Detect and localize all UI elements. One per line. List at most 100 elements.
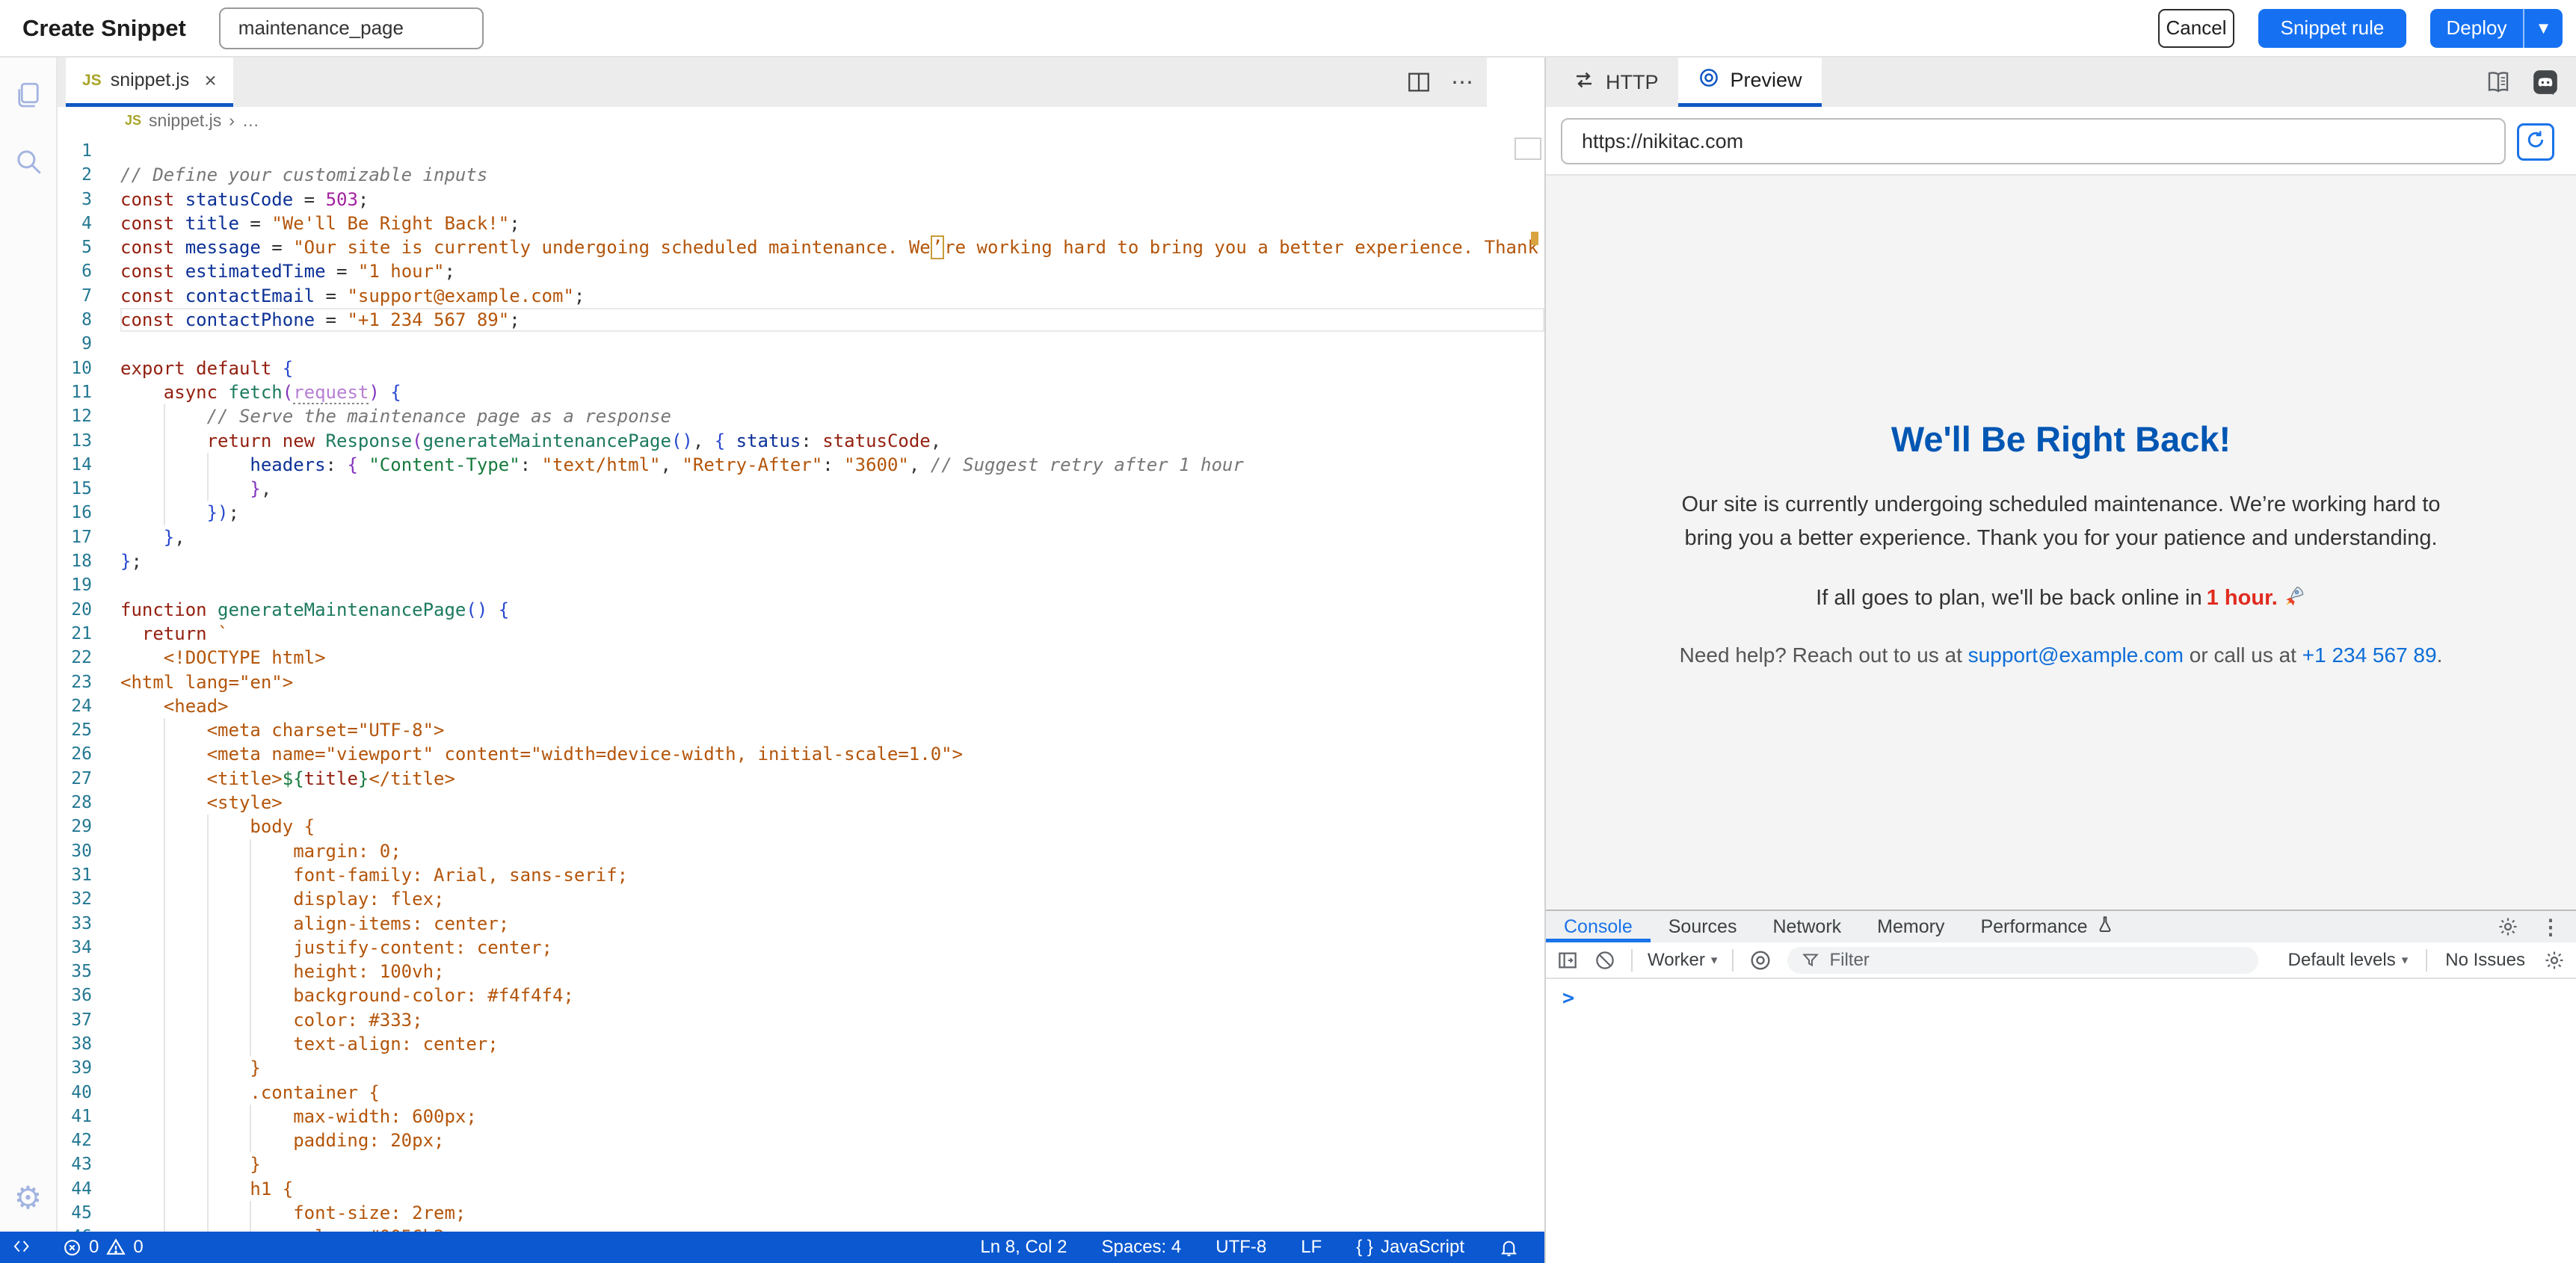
code-line-19[interactable]: 19 — [58, 573, 1544, 597]
console-prompt-chevron[interactable]: > — [1562, 986, 1574, 1010]
code-line-43[interactable]: 43} — [58, 1152, 1544, 1176]
devtools-tab-sources[interactable]: Sources — [1651, 911, 1755, 942]
code-line-12[interactable]: 12// Serve the maintenance page as a res… — [58, 404, 1544, 428]
devtools-tab-console[interactable]: Console — [1546, 911, 1651, 942]
code-line-26[interactable]: 26<meta name="viewport" content="width=d… — [58, 742, 1544, 766]
code-line-15[interactable]: 15}, — [58, 477, 1544, 501]
code-line-33[interactable]: 33align-items: center; — [58, 912, 1544, 936]
breadcrumb[interactable]: JS snippet.js › … — [58, 107, 1487, 135]
search-icon[interactable] — [13, 146, 44, 177]
settings-gear-icon[interactable]: ⚙ — [14, 1182, 43, 1214]
code-line-44[interactable]: 44h1 { — [58, 1177, 1544, 1201]
clear-console-icon[interactable] — [1594, 949, 1616, 972]
tab-preview[interactable]: Preview — [1678, 58, 1822, 107]
eol-setting[interactable]: LF — [1301, 1237, 1322, 1258]
code-line-4[interactable]: 4const title = "We'll Be Right Back!"; — [58, 211, 1544, 235]
line-number: 14 — [58, 453, 120, 477]
code-line-11[interactable]: 11async fetch(request) { — [58, 380, 1544, 404]
url-input[interactable] — [1561, 118, 2506, 164]
code-editor[interactable]: 12// Define your customizable inputs3con… — [58, 135, 1544, 1232]
code-line-25[interactable]: 25<meta charset="UTF-8"> — [58, 718, 1544, 742]
code-line-16[interactable]: 16}); — [58, 501, 1544, 525]
code-line-1[interactable]: 1 — [58, 139, 1544, 163]
code-line-6[interactable]: 6const estimatedTime = "1 hour"; — [58, 259, 1544, 283]
indentation-setting[interactable]: Spaces: 4 — [1102, 1237, 1182, 1258]
kebab-menu-icon[interactable]: ⋮ — [2540, 915, 2561, 939]
code-line-13[interactable]: 13return new Response(generateMaintenanc… — [58, 429, 1544, 453]
snippet-name-input[interactable] — [219, 7, 484, 49]
code-line-10[interactable]: 10export default { — [58, 356, 1544, 380]
close-tab-icon[interactable]: × — [204, 69, 216, 93]
deploy-button[interactable]: Deploy — [2430, 9, 2523, 48]
code-line-39[interactable]: 39} — [58, 1056, 1544, 1080]
split-editor-icon[interactable] — [1406, 70, 1432, 95]
code-line-35[interactable]: 35height: 100vh; — [58, 960, 1544, 983]
code-line-41[interactable]: 41max-width: 600px; — [58, 1105, 1544, 1128]
remote-indicator-icon[interactable] — [12, 1238, 31, 1257]
docs-book-icon[interactable] — [2485, 69, 2512, 96]
devtools-settings-gear-icon[interactable] — [2497, 915, 2519, 938]
more-actions-icon[interactable]: ⋯ — [1451, 70, 1475, 96]
code-line-31[interactable]: 31font-family: Arial, sans-serif; — [58, 863, 1544, 887]
console-output[interactable]: > — [1546, 979, 2576, 1263]
console-settings-gear-icon[interactable] — [2543, 949, 2566, 972]
deploy-dropdown-button[interactable]: ▼ — [2523, 9, 2563, 48]
code-line-17[interactable]: 17}, — [58, 525, 1544, 549]
code-line-30[interactable]: 30margin: 0; — [58, 839, 1544, 863]
phone-link[interactable]: +1 234 567 89 — [2302, 643, 2437, 667]
preview-url-bar — [1546, 107, 2576, 176]
encoding-setting[interactable]: UTF-8 — [1215, 1237, 1266, 1258]
notifications-bell-icon[interactable] — [1499, 1238, 1519, 1258]
tab-snippet-js[interactable]: JS snippet.js × — [66, 58, 233, 107]
code-line-37[interactable]: 37color: #333; — [58, 1008, 1544, 1032]
code-line-38[interactable]: 38text-align: center; — [58, 1032, 1544, 1056]
code-line-20[interactable]: 20function generateMaintenancePage() { — [58, 598, 1544, 622]
problems-indicator[interactable]: 0 0 — [63, 1237, 144, 1258]
code-line-23[interactable]: 23<html lang="en"> — [58, 670, 1544, 694]
files-icon[interactable] — [13, 80, 44, 111]
cursor-position[interactable]: Ln 8, Col 2 — [980, 1237, 1067, 1258]
line-number: 4 — [58, 211, 120, 235]
code-line-46[interactable]: 46color: #0056b3; — [58, 1225, 1544, 1232]
chevron-down-icon: ▾ — [2402, 953, 2409, 968]
code-line-5[interactable]: 5const message = "Our site is currently … — [58, 235, 1544, 259]
swap-arrows — [1573, 69, 1595, 96]
code-line-32[interactable]: 32display: flex; — [58, 887, 1544, 911]
live-expression-eye-icon[interactable] — [1748, 948, 1772, 972]
cancel-button[interactable]: Cancel — [2158, 9, 2234, 48]
issues-counter[interactable]: No Issues — [2445, 950, 2525, 971]
code-line-3[interactable]: 3const statusCode = 503; — [58, 188, 1544, 211]
code-line-22[interactable]: 22<!DOCTYPE html> — [58, 646, 1544, 670]
discord-chat-icon[interactable] — [2531, 68, 2560, 96]
snippet-rule-button[interactable]: Snippet rule — [2258, 9, 2406, 48]
code-line-18[interactable]: 18}; — [58, 549, 1544, 573]
code-line-24[interactable]: 24<head> — [58, 694, 1544, 718]
language-mode[interactable]: { } JavaScript — [1356, 1237, 1464, 1258]
code-line-42[interactable]: 42padding: 20px; — [58, 1128, 1544, 1152]
code-line-40[interactable]: 40.container { — [58, 1081, 1544, 1105]
code-line-28[interactable]: 28<style> — [58, 791, 1544, 815]
reload-button[interactable] — [2517, 123, 2554, 161]
code-line-21[interactable]: 21 return ` — [58, 622, 1544, 646]
code-line-9[interactable]: 9 — [58, 332, 1544, 356]
console-filter-input[interactable]: Filter — [1787, 947, 2258, 974]
code-line-29[interactable]: 29body { — [58, 815, 1544, 839]
devtools-tab-performance[interactable]: Performance — [1962, 911, 2132, 942]
log-levels-selector[interactable]: Default levels ▾ — [2288, 950, 2409, 971]
tab-http[interactable]: HTTP — [1553, 58, 1678, 107]
code-line-34[interactable]: 34justify-content: center; — [58, 936, 1544, 960]
line-number: 6 — [58, 259, 120, 283]
devtools-tab-network[interactable]: Network — [1754, 911, 1859, 942]
code-line-8[interactable]: 8const contactPhone = "+1 234 567 89"; — [58, 308, 1544, 332]
code-line-45[interactable]: 45font-size: 2rem; — [58, 1201, 1544, 1225]
code-line-27[interactable]: 27<title>${title}</title> — [58, 767, 1544, 791]
execution-context-selector[interactable]: Worker ▾ — [1648, 950, 1717, 971]
console-sidebar-toggle-icon[interactable] — [1556, 949, 1579, 972]
minimap-slider[interactable] — [1515, 138, 1541, 160]
code-line-36[interactable]: 36background-color: #f4f4f4; — [58, 983, 1544, 1007]
support-email-link[interactable]: support@example.com — [1968, 643, 2184, 667]
code-line-2[interactable]: 2// Define your customizable inputs — [58, 163, 1544, 187]
code-line-7[interactable]: 7const contactEmail = "support@example.c… — [58, 284, 1544, 308]
devtools-tab-memory[interactable]: Memory — [1859, 911, 1962, 942]
code-line-14[interactable]: 14headers: { "Content-Type": "text/html"… — [58, 453, 1544, 477]
